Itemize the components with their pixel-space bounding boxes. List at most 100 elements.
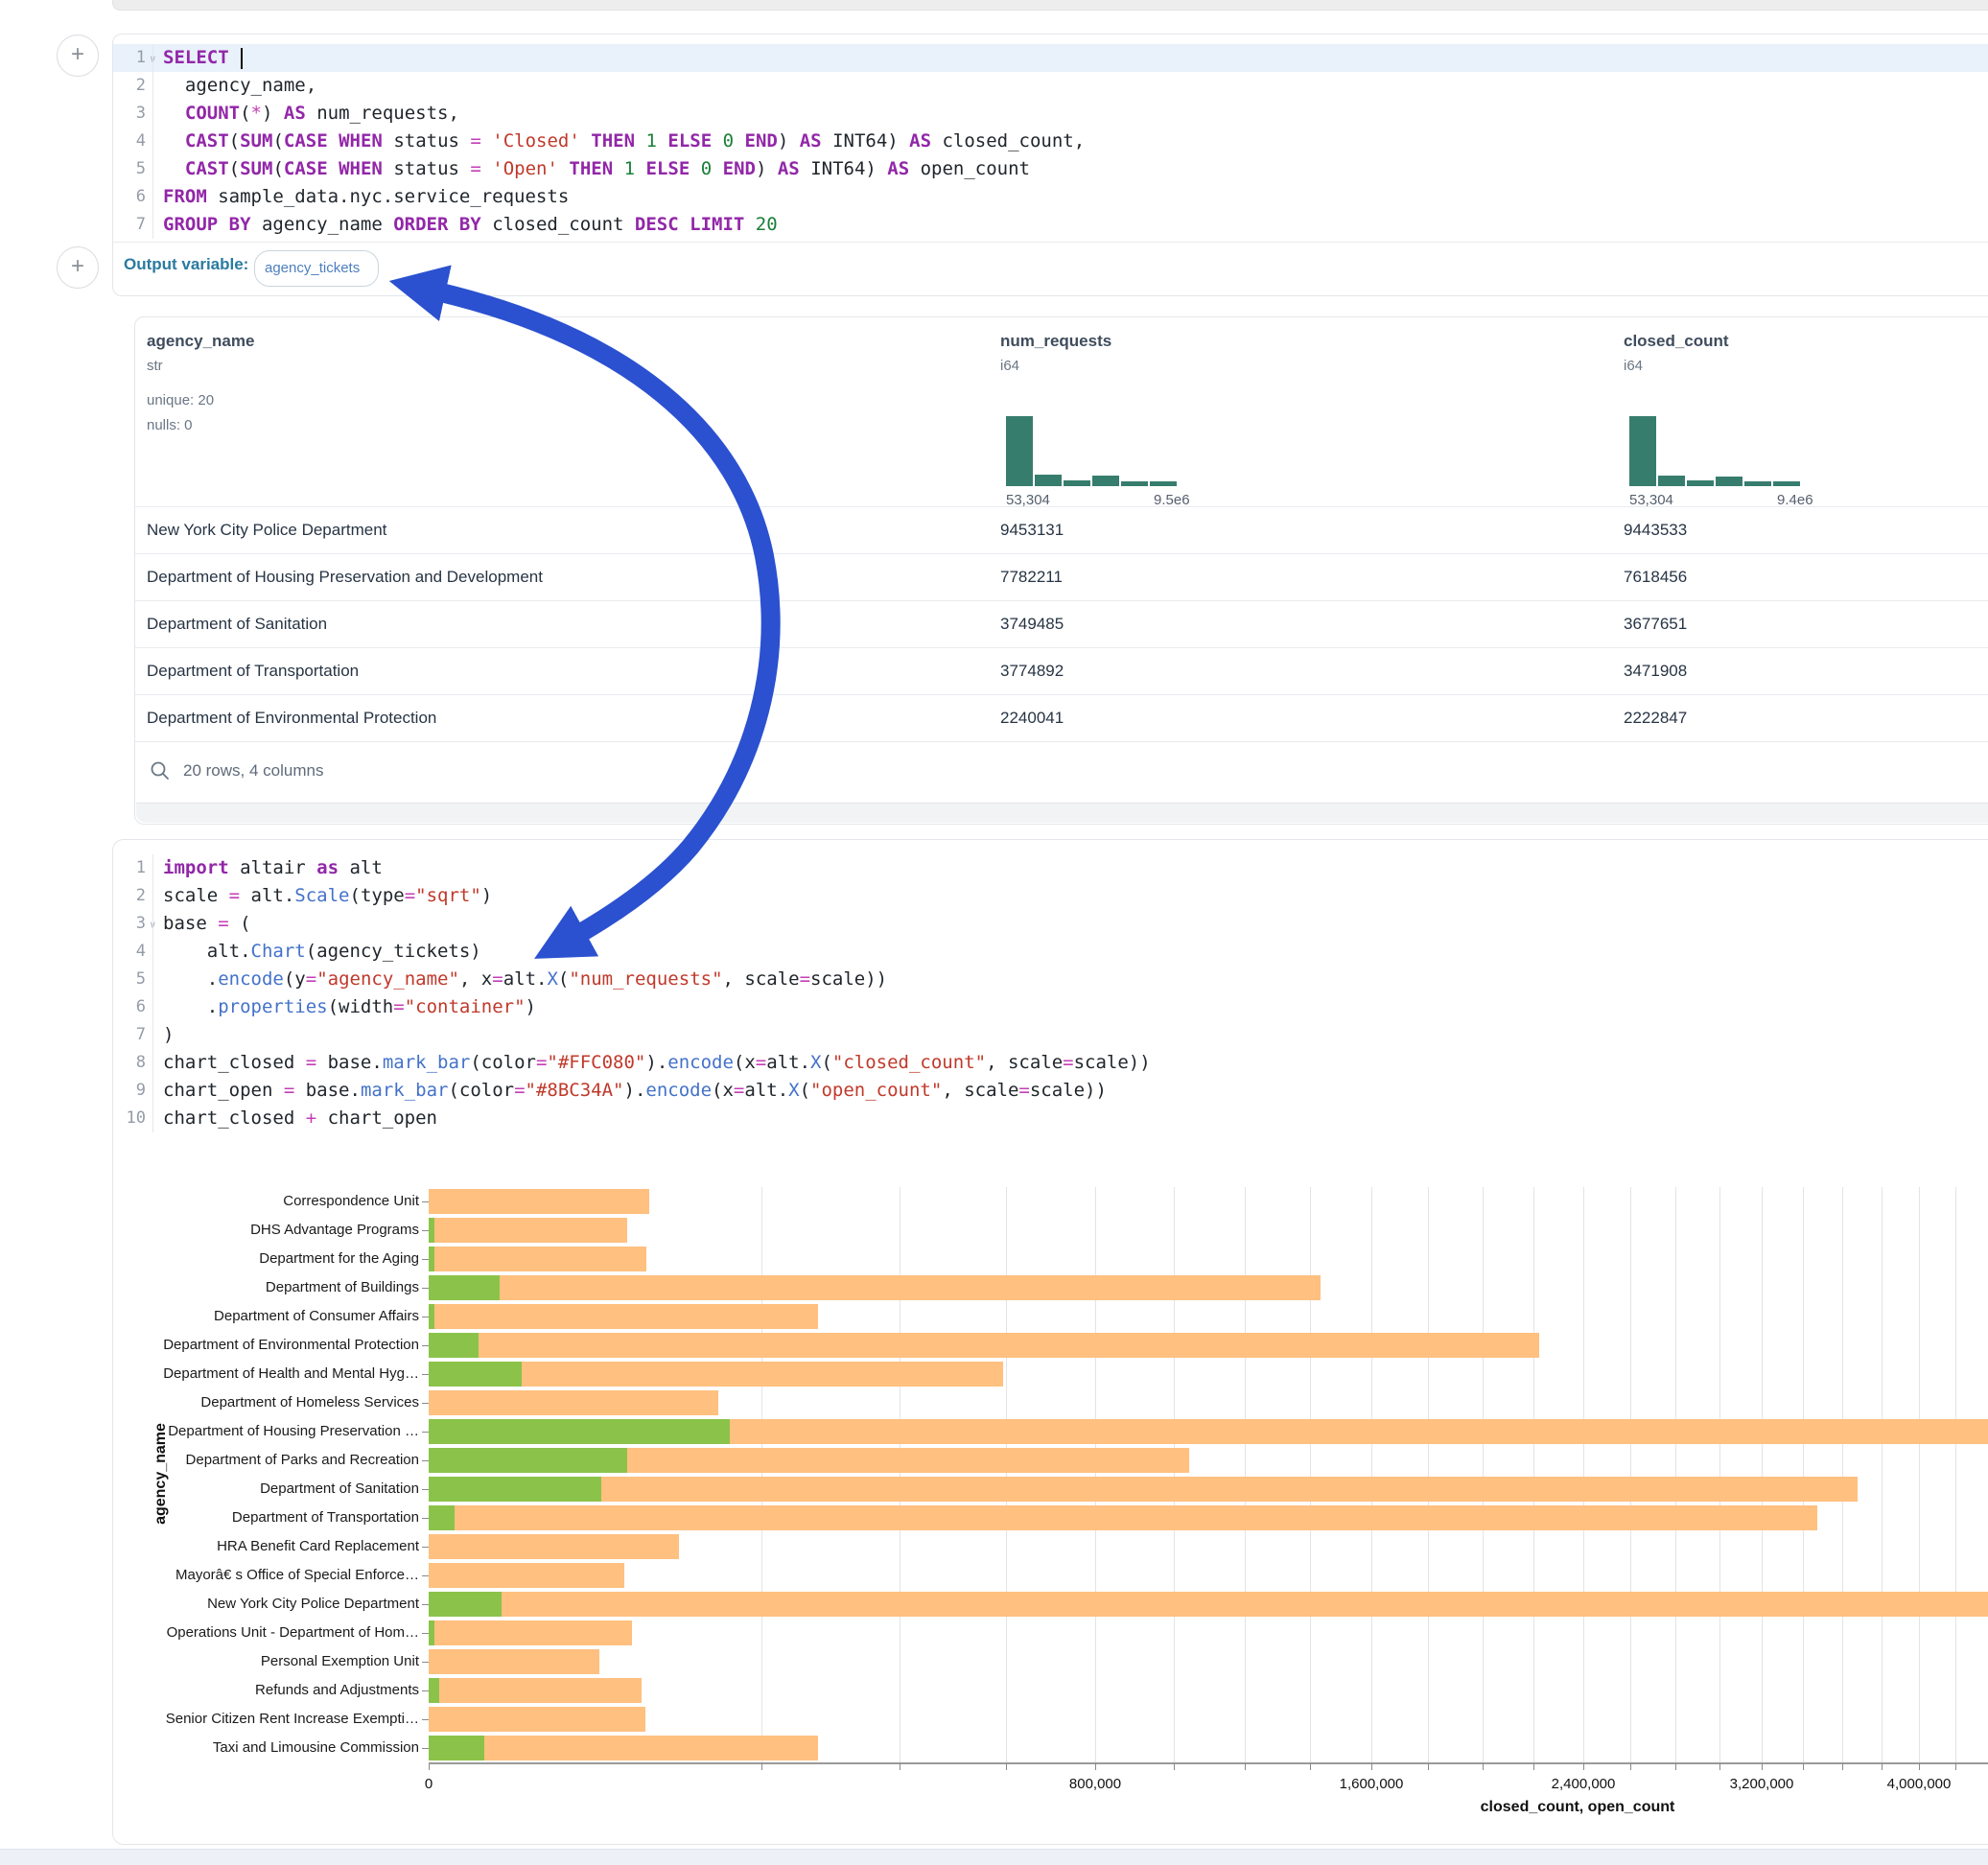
bar-open_count bbox=[429, 1247, 434, 1271]
output-variable-label: Output variable: bbox=[124, 255, 248, 274]
bar-closed_count bbox=[429, 1707, 645, 1732]
column-type: str bbox=[147, 358, 163, 374]
y-category-label: Taxi and Limousine Commission bbox=[141, 1734, 419, 1762]
y-category-label: Department of Homeless Services bbox=[141, 1388, 419, 1417]
gridline bbox=[1583, 1187, 1584, 1762]
bar-open_count bbox=[429, 1505, 455, 1530]
y-tick bbox=[422, 1345, 429, 1346]
horizontal-scrollbar[interactable] bbox=[136, 803, 1988, 823]
text-cursor bbox=[241, 48, 243, 69]
code-line[interactable]: 1import altair as alt bbox=[113, 854, 1988, 882]
add-cell-button-middle[interactable]: + bbox=[57, 246, 99, 289]
y-category-label: Operations Unit - Department of Hom… bbox=[141, 1619, 419, 1647]
output-variable-input[interactable]: agency_tickets bbox=[254, 250, 379, 287]
code-line[interactable]: 6FROM sample_data.nyc.service_requests bbox=[113, 183, 1988, 211]
x-axis-line bbox=[429, 1762, 1988, 1764]
x-tick-label: 3,200,000 bbox=[1730, 1776, 1794, 1792]
code-line[interactable]: 1∨SELECT bbox=[113, 44, 1988, 72]
code-line[interactable]: 3∨base = ( bbox=[113, 910, 1988, 938]
x-tick bbox=[1174, 1763, 1175, 1770]
code-line[interactable]: 7GROUP BY agency_name ORDER BY closed_co… bbox=[113, 211, 1988, 239]
line-number: 6 bbox=[113, 183, 146, 211]
x-axis-title: closed_count, open_count bbox=[1481, 1799, 1675, 1816]
code-line[interactable]: 9chart_open = base.mark_bar(color="#8BC3… bbox=[113, 1077, 1988, 1105]
column-type: i64 bbox=[1624, 358, 1643, 374]
line-number: 5 bbox=[113, 966, 146, 993]
y-category-label: Department for the Aging bbox=[141, 1245, 419, 1273]
cell-agency-name: Department of Sanitation bbox=[147, 615, 327, 634]
sql-code-editor[interactable]: 1∨SELECT 2 agency_name,3 COUNT(*) AS num… bbox=[113, 44, 1988, 239]
code-line[interactable]: 10chart_closed + chart_open bbox=[113, 1105, 1988, 1132]
bar-open_count bbox=[429, 1218, 434, 1243]
line-number: 10 bbox=[113, 1105, 146, 1132]
code-line[interactable]: 8chart_closed = base.mark_bar(color="#FF… bbox=[113, 1049, 1988, 1077]
cell-num-requests: 2240041 bbox=[1000, 709, 1064, 728]
y-category-label: New York City Police Department bbox=[141, 1590, 419, 1619]
code-line[interactable]: 4 CAST(SUM(CASE WHEN status = 'Closed' T… bbox=[113, 128, 1988, 155]
x-tick bbox=[1428, 1763, 1429, 1770]
x-tick bbox=[761, 1763, 762, 1770]
column-histogram bbox=[1006, 413, 1177, 486]
cell-agency-name: New York City Police Department bbox=[147, 521, 386, 540]
code-line[interactable]: 6 .properties(width="container") bbox=[113, 993, 1988, 1021]
y-category-label: Department of Environmental Protection bbox=[141, 1331, 419, 1360]
bar-closed_count bbox=[429, 1736, 818, 1760]
y-category-label: Senior Citizen Rent Increase Exempti… bbox=[141, 1705, 419, 1734]
cell-closed-count: 2222847 bbox=[1624, 709, 1687, 728]
chart-plot-area bbox=[429, 1187, 1988, 1762]
code-line[interactable]: 5 CAST(SUM(CASE WHEN status = 'Open' THE… bbox=[113, 155, 1988, 183]
line-number: 5 bbox=[113, 155, 146, 183]
x-tick bbox=[1842, 1763, 1843, 1770]
sql-cell: 1∨SELECT 2 agency_name,3 COUNT(*) AS num… bbox=[112, 34, 1988, 296]
y-tick bbox=[422, 1662, 429, 1663]
code-line[interactable]: 7) bbox=[113, 1021, 1988, 1049]
y-category-label: Department of Parks and Recreation bbox=[141, 1446, 419, 1475]
bar-closed_count bbox=[429, 1189, 649, 1214]
y-axis-title: agency_name bbox=[152, 1423, 170, 1525]
y-tick bbox=[422, 1518, 429, 1519]
cell-closed-count: 3471908 bbox=[1624, 662, 1687, 681]
code-line[interactable]: 5 .encode(y="agency_name", x=alt.X("num_… bbox=[113, 966, 1988, 993]
y-category-label: Mayorâ€ s Office of Special Enforce… bbox=[141, 1561, 419, 1590]
bar-closed_count bbox=[429, 1333, 1539, 1358]
gridline bbox=[1630, 1187, 1631, 1762]
x-tick bbox=[429, 1763, 430, 1770]
code-line[interactable]: 4 alt.Chart(agency_tickets) bbox=[113, 938, 1988, 966]
cell-num-requests: 9453131 bbox=[1000, 521, 1064, 540]
y-category-label: Department of Health and Mental Hyg… bbox=[141, 1360, 419, 1388]
x-tick bbox=[1803, 1763, 1804, 1770]
table-row: Department of Sanitation37494853677651 bbox=[135, 600, 1988, 648]
gridline bbox=[1095, 1187, 1096, 1762]
x-tick bbox=[1310, 1763, 1311, 1770]
python-code-editor[interactable]: 1import altair as alt2scale = alt.Scale(… bbox=[113, 854, 1988, 1132]
code-line[interactable]: 3 COUNT(*) AS num_requests, bbox=[113, 100, 1988, 128]
bar-closed_count bbox=[429, 1218, 627, 1243]
column-stat: nulls: 0 bbox=[147, 417, 193, 433]
y-category-label: Correspondence Unit bbox=[141, 1187, 419, 1216]
add-cell-button-top[interactable]: + bbox=[57, 35, 99, 77]
x-tick bbox=[1245, 1763, 1246, 1770]
column-header[interactable]: num_requests bbox=[1000, 332, 1111, 351]
previous-cell-edge bbox=[112, 0, 1988, 11]
bar-closed_count bbox=[429, 1247, 646, 1271]
bar-open_count bbox=[429, 1362, 522, 1387]
code-line[interactable]: 2scale = alt.Scale(type="sqrt") bbox=[113, 882, 1988, 910]
bar-closed_count bbox=[429, 1678, 642, 1703]
gridline bbox=[1675, 1187, 1676, 1762]
x-tick bbox=[1919, 1763, 1920, 1770]
bar-closed_count bbox=[429, 1620, 632, 1645]
column-header[interactable]: agency_name bbox=[147, 332, 254, 351]
y-tick bbox=[422, 1259, 429, 1260]
table-row: New York City Police Department945313194… bbox=[135, 506, 1988, 554]
gridline bbox=[761, 1187, 762, 1762]
y-category-label: Department of Transportation bbox=[141, 1504, 419, 1532]
y-tick bbox=[422, 1230, 429, 1231]
cell-num-requests: 7782211 bbox=[1000, 568, 1063, 587]
table-row: Department of Housing Preservation and D… bbox=[135, 553, 1988, 601]
bar-open_count bbox=[429, 1275, 500, 1300]
search-icon[interactable] bbox=[150, 760, 171, 786]
line-number: 3 bbox=[113, 910, 146, 938]
code-line[interactable]: 2 agency_name, bbox=[113, 72, 1988, 100]
gutter-divider bbox=[152, 44, 153, 239]
column-header[interactable]: closed_count bbox=[1624, 332, 1729, 351]
